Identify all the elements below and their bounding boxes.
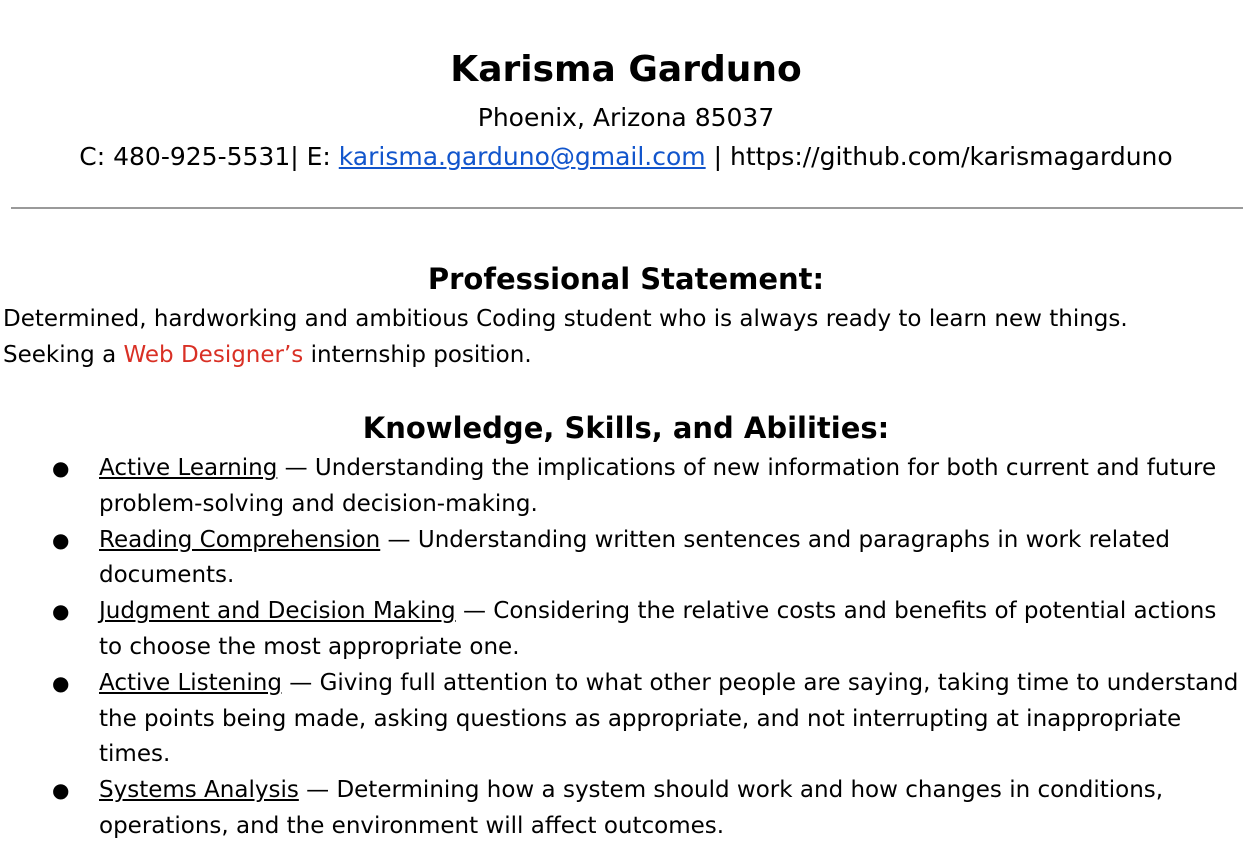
candidate-name: Karisma Garduno [450,49,802,90]
bullet-icon: ● [52,670,70,695]
contact-separator: | [705,142,730,171]
statement-body: Determined, hardworking and ambitious Co… [3,301,1243,373]
candidate-location: Phoenix, Arizona 85037 [477,103,775,132]
skill-item: ● Active Listening — Giving full attentio… [0,666,1240,773]
bullet-icon: ● [52,599,70,624]
bullet-icon: ● [52,527,70,552]
skill-name: Systems Analysis [99,777,299,804]
skills-list: ● Active Learning — Understanding the imp… [0,451,1240,845]
skill-item: ● Reading Comprehension — Understanding w… [0,523,1240,595]
highlighted-position: Web Designer’s [123,342,304,368]
skill-name: Reading Comprehension [99,526,381,553]
email-link[interactable]: karisma.garduno@gmail.com [339,142,706,171]
skill-item: ● Systems Analysis — Determining how a sy… [0,773,1240,845]
statement-prefix: Seeking a [3,342,124,368]
bullet-icon: ● [52,456,70,480]
statement-suffix: internship position. [303,342,532,368]
skill-item: ● Active Learning — Understanding the imp… [0,451,1240,523]
contact-line: C: 480-925-5531| E: karisma.garduno@gmai… [0,140,1252,174]
statement-line-1: Determined, hardworking and ambitious Co… [3,306,1128,332]
horizontal-divider [11,207,1243,209]
skill-name: Active Learning [99,455,278,481]
skill-item: ● Judgment and Decision Making — Consider… [0,594,1240,666]
statement-heading: Professional Statement: [427,262,825,296]
statement-line-2: Seeking a Web Designer’s internship posi… [3,337,1243,373]
skill-name: Active Listening [99,669,282,696]
skills-heading: Knowledge, Skills, and Abilities: [362,411,890,445]
phone-label: C: 480-925-5531| E: [79,142,339,171]
github-url: https://github.com/karismagarduno [729,142,1173,171]
skill-name: Judgment and Decision Making [99,598,456,625]
bullet-icon: ● [52,778,70,803]
